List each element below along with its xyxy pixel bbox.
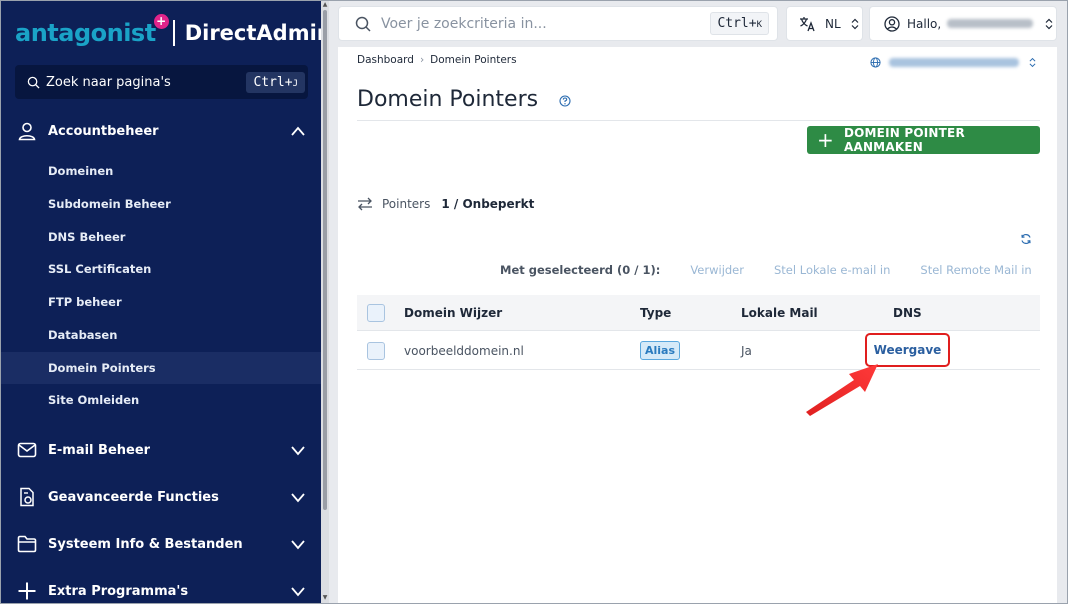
sidebar-section-label: Systeem Info & Bestanden	[48, 536, 243, 552]
pointers-label: Pointers	[382, 197, 431, 211]
select-all-checkbox[interactable]	[367, 303, 385, 322]
row-domain: voorbeelddomein.nl	[404, 343, 524, 358]
language-label: NL	[825, 16, 841, 31]
chevron-updown-icon	[1045, 18, 1053, 29]
bulk-actions: Met geselecteerd (0 / 1): Verwijder Stel…	[500, 263, 1032, 277]
table-header: Domein Wijzer Type Lokale Mail DNS	[357, 295, 1040, 331]
swap-icon	[358, 197, 372, 211]
global-search-shortcut: Ctrl+K	[710, 12, 769, 35]
sidebar-item-ftp-beheer[interactable]: FTP beheer	[1, 286, 321, 318]
main-scrollbar[interactable]	[1057, 1, 1067, 603]
chevron-down-icon[interactable]	[290, 585, 306, 597]
main-content: Dashboard › Domein Pointers Domein Pointer…	[338, 47, 1057, 603]
sidebar-item-databasen[interactable]: Databasen	[1, 319, 321, 351]
help-icon[interactable]	[559, 95, 571, 107]
logo-brand: antagonist	[15, 19, 156, 47]
domain-name-redacted	[889, 58, 1019, 67]
column-header-type[interactable]: Type	[640, 295, 671, 330]
domain-selector[interactable]	[870, 57, 1036, 68]
user-circle-icon	[884, 15, 900, 32]
breadcrumb-separator: ›	[419, 54, 425, 66]
sidebar-section-geavanceerde-functies[interactable]: Geavanceerde Functies	[1, 477, 321, 517]
sidebar-section-label: Extra Programma's	[48, 583, 189, 599]
settings-file-icon	[20, 487, 34, 507]
search-icon	[27, 76, 40, 89]
row-local-mail: Ja	[741, 343, 752, 358]
sidebar-item-domein-pointers[interactable]: Domein Pointers	[1, 352, 321, 384]
plus-icon: +	[817, 128, 834, 152]
type-badge: Alias	[640, 341, 681, 360]
globe-icon	[870, 57, 881, 68]
user-icon	[18, 122, 36, 141]
sidebar-item-subdomein-beheer[interactable]: Subdomein Beheer	[1, 188, 321, 220]
scroll-down-icon[interactable]: ▼	[322, 594, 328, 601]
logo[interactable]: antagonist + DirectAdmin	[15, 13, 321, 51]
chevron-down-icon[interactable]	[290, 538, 306, 550]
row-checkbox[interactable]	[367, 341, 385, 360]
logo-separator	[172, 20, 175, 46]
title-divider	[357, 120, 1040, 121]
breadcrumb-dashboard[interactable]: Dashboard	[357, 54, 414, 66]
annotation-arrow-icon	[806, 364, 878, 416]
sidebar-item-dns-beheer[interactable]: DNS Beheer	[1, 221, 321, 253]
user-greeting: Hallo,	[907, 16, 942, 31]
search-icon	[355, 16, 371, 32]
column-header-lokale-mail[interactable]: Lokale Mail	[741, 295, 818, 330]
sidebar-section-systeem-info[interactable]: Systeem Info & Bestanden	[1, 524, 321, 564]
breadcrumb: Dashboard › Domein Pointers	[357, 54, 517, 66]
chevron-down-icon[interactable]	[290, 491, 306, 503]
username-redacted	[947, 19, 1034, 28]
logo-product: DirectAdmin	[184, 21, 321, 45]
sidebar-search-shortcut: Ctrl+J	[246, 71, 305, 93]
logo-cross-icon: +	[153, 13, 169, 29]
bulk-set-local-mail-button[interactable]: Stel Lokale e-mail in	[774, 263, 890, 277]
sidebar-section-email-beheer[interactable]: E-mail Beheer	[1, 430, 321, 470]
bulk-selected-count: Met geselecteerd (0 / 1):	[500, 263, 661, 277]
breadcrumb-current: Domein Pointers	[430, 54, 517, 66]
sidebar-item-site-omleiden[interactable]: Site Omleiden	[1, 384, 321, 416]
global-search-placeholder: Voer je zoekcriteria in...	[381, 15, 547, 32]
chevron-updown-icon	[1029, 57, 1036, 68]
folder-icon	[17, 535, 37, 553]
create-domain-pointer-button[interactable]: + DOMEIN POINTER AANMAKEN	[807, 126, 1040, 154]
sidebar-section-label: E-mail Beheer	[48, 442, 151, 458]
chevron-up-icon[interactable]	[290, 125, 306, 137]
translate-icon	[800, 16, 815, 31]
column-header-dns: DNS	[893, 305, 922, 320]
sidebar-section-label: Accountbeheer	[48, 123, 159, 139]
sidebar-scrollbar-thumb[interactable]	[323, 10, 327, 510]
sidebar-item-ssl-certificaten[interactable]: SSL Certificaten	[1, 253, 321, 285]
create-button-label: DOMEIN POINTER AANMAKEN	[843, 126, 965, 154]
sidebar-section-accountbeheer[interactable]: Accountbeheer	[1, 111, 321, 151]
pointers-value: 1 / Onbeperkt	[441, 197, 535, 211]
chevron-down-icon[interactable]	[290, 444, 306, 456]
global-search-input[interactable]: Voer je zoekcriteria in... Ctrl+K	[338, 6, 778, 41]
chevron-updown-icon	[851, 18, 859, 29]
mail-icon	[17, 442, 37, 458]
bulk-delete-button[interactable]: Verwijder	[690, 263, 744, 277]
page-title: Domein Pointers	[357, 87, 539, 112]
sidebar-item-domeinen[interactable]: Domeinen	[1, 155, 321, 187]
bulk-set-remote-mail-button[interactable]: Stel Remote Mail in	[920, 263, 1031, 277]
sidebar: antagonist + DirectAdmin Zoek naar pagin…	[1, 1, 321, 603]
refresh-icon[interactable]	[1020, 233, 1032, 245]
sidebar-section-extra-programmas[interactable]: Extra Programma's	[1, 571, 321, 603]
scroll-up-icon[interactable]: ▲	[322, 1, 328, 8]
sidebar-search-input[interactable]: Zoek naar pagina's Ctrl+J	[15, 65, 308, 99]
pointers-usage: Pointers 1 / Onbeperkt	[357, 197, 534, 211]
sidebar-section-label: Geavanceerde Functies	[48, 489, 219, 505]
sidebar-search-placeholder: Zoek naar pagina's	[46, 74, 171, 90]
user-menu[interactable]: Hallo,	[869, 6, 1057, 41]
language-selector[interactable]: NL	[786, 6, 863, 41]
plus-icon	[18, 582, 36, 600]
column-header-domein-wijzer[interactable]: Domein Wijzer	[404, 295, 502, 330]
